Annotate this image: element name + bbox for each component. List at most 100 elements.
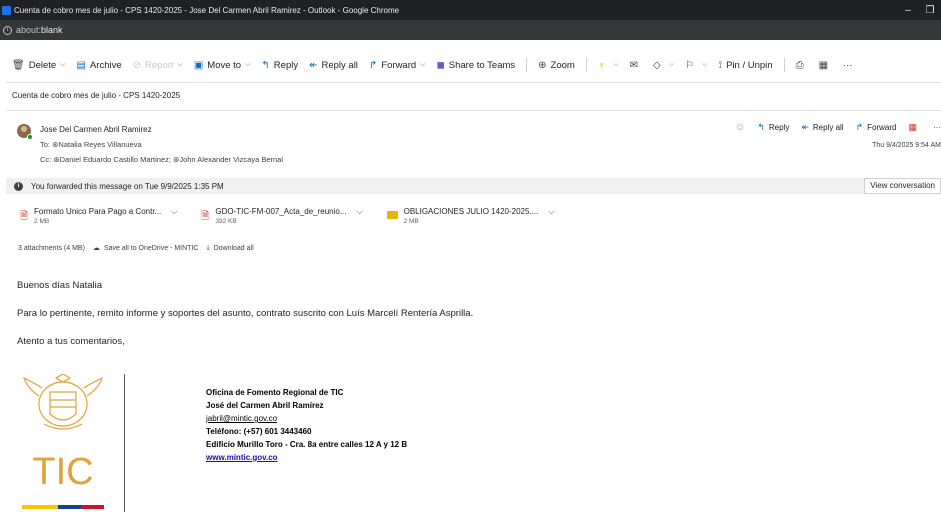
more-actions-label: ··· <box>843 59 853 71</box>
signature-office: Oficina de Fomento Regional de TIC <box>206 388 344 397</box>
attachment-name: OBLIGACIONES JULIO 1420-2025.... <box>403 207 539 216</box>
tag-icon: ◇ <box>653 59 661 71</box>
chevron-down-icon[interactable]: ⌵ <box>613 61 618 69</box>
zoom-button[interactable]: ⊕ Zoom <box>538 60 575 71</box>
signature-block: Oficina de Fomento Regional de TIC José … <box>206 386 407 464</box>
attachment-size: 392 KB <box>215 217 237 225</box>
chevron-down-icon[interactable]: ⌵ <box>669 61 674 69</box>
signature-website-link[interactable]: www.mintic.gov.co <box>206 451 407 464</box>
message-more-button[interactable]: ··· <box>933 123 941 132</box>
address-bar[interactable]: i about: blank <box>0 20 941 40</box>
attachment-size: 2 MB <box>403 218 419 225</box>
apps-grid-icon: ▦ <box>908 122 917 132</box>
categorize-button[interactable]: ◇ ⌵ <box>653 60 674 71</box>
chevron-down-icon[interactable]: ⌵ <box>178 61 183 69</box>
sender-name[interactable]: Jose Del Carmen Abril Ramirez <box>40 125 152 134</box>
restore-button[interactable]: ❐ <box>919 5 941 16</box>
forward-icon: ↱ <box>855 122 864 132</box>
attachment-card[interactable]: 🗎 Formato Unico Para Pago a Contr... 2 M… <box>12 202 181 230</box>
signature-phone: Teléfono: (+57) 601 3443460 <box>206 427 312 436</box>
window-titlebar: Cuenta de cobro mes de julio - CPS 1420-… <box>0 0 941 20</box>
trash-icon: 🗑 <box>12 59 25 71</box>
teams-icon: ◼ <box>436 59 445 71</box>
print-button[interactable]: ⎙ <box>796 60 808 71</box>
minimize-button[interactable]: – <box>897 5 919 16</box>
signature-email-link[interactable]: jabril@mintic.gov.co <box>206 412 407 425</box>
attachment-card[interactable]: 🗎 GDO-TIC-FM-007_Acta_de_reunio... 392 K… <box>193 202 366 230</box>
immersive-reader-button[interactable]: ▦ <box>819 60 832 71</box>
presence-available-icon <box>27 134 33 140</box>
message-reply-button[interactable]: ↰ Reply <box>757 122 789 133</box>
message-forward-button[interactable]: ↱ Forward <box>856 122 897 133</box>
flag-icon: ⚐ <box>685 59 695 71</box>
chevron-down-icon[interactable]: ⌵ <box>60 61 65 69</box>
subject-divider-line <box>6 110 941 111</box>
forward-button[interactable]: ↱ Forward ⌵ <box>369 60 426 71</box>
attachment-info: OBLIGACIONES JULIO 1420-2025.... 2 MB <box>404 207 539 225</box>
chevron-down-icon[interactable]: ⌵ <box>357 207 363 217</box>
signature-name: José del Carmen Abril Ramírez <box>206 401 324 410</box>
pin-icon: ⟟ <box>718 59 723 71</box>
folder-move-icon: ▣ <box>193 59 204 71</box>
chevron-down-icon[interactable]: ⌵ <box>702 61 707 69</box>
delete-button[interactable]: 🗑 Delete ⌵ <box>12 60 65 71</box>
folder-icon <box>386 211 398 219</box>
cc-recipients: Cc: ⊛Daniel Eduardo Castillo Martinez; ⊛… <box>40 155 283 164</box>
cc-label: Cc: <box>40 155 52 164</box>
download-all-link[interactable]: Download all <box>214 245 254 252</box>
body-paragraph: Para lo pertinente, remito informe y sop… <box>17 308 474 319</box>
chevron-down-icon[interactable]: ⌵ <box>548 207 554 217</box>
message-reply-label: Reply <box>768 123 790 132</box>
delete-label: Delete <box>28 59 57 71</box>
attachment-body[interactable]: OBLIGACIONES JULIO 1420-2025.... 2 MB ⌵ <box>379 205 559 227</box>
share-to-teams-button[interactable]: ◼ Share to Teams <box>436 60 515 71</box>
chevron-down-icon[interactable]: ⌵ <box>171 207 177 217</box>
signature-divider <box>124 374 125 512</box>
info-icon: i <box>14 181 23 191</box>
highlight-button[interactable]: ♆ ⌵ <box>598 60 619 71</box>
attachment-body[interactable]: 🗎 GDO-TIC-FM-007_Acta_de_reunio... 392 K… <box>193 205 366 228</box>
apps-button[interactable]: ▦ <box>908 122 921 133</box>
site-info-icon[interactable]: i <box>3 25 12 35</box>
archive-button[interactable]: ▤ Archive <box>76 60 121 71</box>
attachment-card[interactable]: OBLIGACIONES JULIO 1420-2025.... 2 MB ⌵ <box>379 202 559 230</box>
mark-read-button[interactable]: ✉ <box>630 60 642 71</box>
move-to-button[interactable]: ▣ Move to ⌵ <box>194 60 251 71</box>
printer-icon: ⎙ <box>795 59 804 71</box>
reply-button[interactable]: ↰ Reply <box>261 60 298 71</box>
email-subject: Cuenta de cobro mes de julio - CPS 1420-… <box>12 90 181 100</box>
pin-unpin-button[interactable]: ⟟ Pin / Unpin <box>718 60 772 71</box>
flag-red-stripe <box>81 505 104 509</box>
attachment-info: Formato Unico Para Pago a Contr... 2 MB <box>34 207 161 225</box>
reaction-smiley-icon[interactable]: ☺ <box>735 122 745 133</box>
reply-label: Reply <box>273 59 299 71</box>
save-all-onedrive-link[interactable]: Save all to OneDrive - MINTIC <box>104 245 199 252</box>
mintic-logo: TIC <box>22 374 104 509</box>
reply-icon: ↰ <box>261 59 270 71</box>
move-to-label: Move to <box>207 59 242 71</box>
reply-icon: ↰ <box>757 122 765 132</box>
chevron-down-icon[interactable]: ⌵ <box>420 61 425 69</box>
attachment-body[interactable]: 🗎 Formato Unico Para Pago a Contr... 2 M… <box>12 205 181 228</box>
chevron-down-icon[interactable]: ⌵ <box>245 61 250 69</box>
attachment-name: GDO-TIC-FM-007_Acta_de_reunio... <box>215 206 347 216</box>
more-actions-button[interactable]: ··· <box>843 60 853 71</box>
report-button[interactable]: ⊘ Report ⌵ <box>133 60 183 71</box>
cc-recipient[interactable]: John Alexander Vizcaya Bernal <box>179 155 283 164</box>
view-conversation-button[interactable]: View conversation <box>864 178 941 194</box>
to-recipient[interactable]: Natalia Reyes Villanueva <box>58 140 141 149</box>
envelope-open-icon: ✉ <box>629 59 639 71</box>
cc-recipient[interactable]: Daniel Eduardo Castillo Martinez; <box>60 155 171 164</box>
message-reply-all-button[interactable]: ↞ Reply all <box>801 122 843 133</box>
reply-all-icon: ↞ <box>309 59 318 71</box>
grid-icon: ▦ <box>818 59 829 71</box>
flag-yellow-stripe <box>22 505 58 509</box>
outlook-app-icon <box>2 5 11 15</box>
cloud-icon: ☁ <box>92 245 100 252</box>
flag-button[interactable]: ⚐ ⌵ <box>685 60 707 71</box>
to-label: To: <box>40 140 51 149</box>
reply-all-label: Reply all <box>321 59 358 71</box>
attachments-summary: 3 attachments (4 MB) ☁ Save all to OneDr… <box>18 244 254 252</box>
coat-of-arms-icon <box>23 374 103 430</box>
reply-all-button[interactable]: ↞ Reply all <box>309 60 358 71</box>
